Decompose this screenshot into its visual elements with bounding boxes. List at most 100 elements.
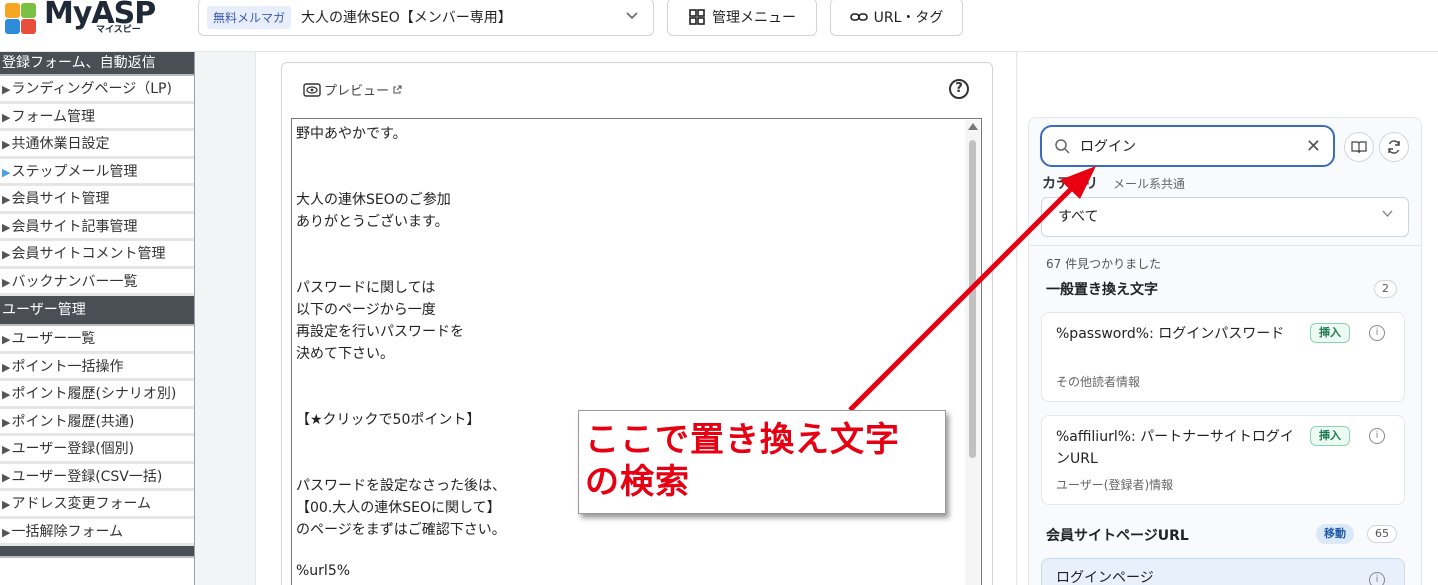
sidebar-item-holiday-settings[interactable]: ▶共通休業日設定 — [0, 131, 194, 159]
result-title: %affiliurl%: パートナーサイトログインURL — [1056, 429, 1294, 467]
refresh-icon — [1388, 140, 1400, 154]
group-count-badge: 2 — [1374, 280, 1397, 298]
link-icon — [849, 13, 868, 21]
book-icon — [1351, 141, 1367, 154]
scrollbar-thumb[interactable] — [969, 140, 976, 458]
grid-icon — [689, 9, 705, 25]
textarea-scrollbar[interactable] — [965, 120, 980, 585]
triangle-right-icon: ▶ — [2, 248, 11, 261]
replace-search-input[interactable]: ログイン ✕ — [1040, 125, 1335, 167]
category-sub-label: メール系共通 — [1113, 177, 1186, 191]
logo-mark-icon — [4, 1, 38, 35]
external-link-icon — [393, 84, 402, 94]
dictionary-button[interactable] — [1344, 132, 1374, 162]
triangle-right-icon: ▶ — [2, 388, 11, 401]
sidebar-item-backnumbers[interactable]: ▶バックナンバー一覧 — [0, 268, 194, 296]
result-description: ユーザー(登録者)情報 — [1056, 478, 1174, 492]
triangle-right-icon: ▶ — [2, 333, 11, 346]
magazine-select[interactable]: 無料メルマガ 大人の連休SEO【メンバー専用】 — [198, 0, 654, 36]
logo-subtext: マイスピー — [96, 25, 141, 35]
triangle-right-icon: ▶ — [2, 220, 11, 234]
chevron-down-icon — [1381, 198, 1394, 236]
panel-divider — [1030, 245, 1422, 246]
info-icon[interactable]: i — [1369, 325, 1385, 341]
triangle-right-icon: ▶ — [2, 83, 11, 96]
triangle-right-icon: ▶ — [2, 110, 11, 124]
body-line: 決めて下さい。 — [296, 346, 394, 362]
sidebar-item-form-management[interactable]: ▶フォーム管理 — [0, 103, 194, 131]
body-line: パスワードを設定なさった後は、 — [296, 478, 506, 494]
sidebar-item-member-site[interactable]: ▶会員サイト管理 — [0, 186, 194, 214]
triangle-right-icon: ▶ — [2, 525, 11, 539]
preview-link[interactable]: プレビュー — [303, 80, 402, 99]
result-title: ログインページ — [1056, 570, 1154, 585]
sidebar-item-user-list[interactable]: ▶ユーザー一覧 — [0, 326, 194, 354]
info-icon[interactable]: i — [1369, 428, 1385, 444]
category-value: すべて — [1058, 209, 1099, 225]
triangle-right-icon: ▶ — [2, 415, 11, 429]
sidebar-item-user-register[interactable]: ▶ユーザー登録(個別) — [0, 436, 194, 464]
sidebar-section-next — [0, 546, 194, 558]
triangle-right-icon: ▶ — [2, 193, 11, 206]
category-label: カテゴリ — [1042, 176, 1098, 192]
info-icon[interactable]: i — [1369, 572, 1385, 585]
triangle-right-icon: ▶ — [2, 275, 11, 289]
insert-button[interactable]: 挿入 — [1310, 323, 1350, 343]
result-description: その他読者情報 — [1056, 375, 1141, 389]
sidebar-item-user-register-csv[interactable]: ▶ユーザー登録(CSV一括) — [0, 463, 194, 491]
group-count-badge: 65 — [1367, 525, 1397, 543]
help-icon[interactable]: ? — [949, 79, 969, 99]
preview-label: プレビュー — [324, 84, 390, 99]
sidebar-item-point-history-scenario[interactable]: ▶ポイント履歴(シナリオ別) — [0, 381, 194, 409]
myasp-logo[interactable]: MyASP マイスピー — [4, 0, 156, 36]
refresh-button[interactable] — [1379, 132, 1409, 162]
body-line: 野中あやかです。 — [296, 126, 407, 142]
sidebar-item-landing-page[interactable]: ▶ランディングページ（LP) — [0, 76, 194, 104]
result-title: %password%: ログインパスワード — [1056, 326, 1285, 342]
category-select[interactable]: すべて — [1041, 197, 1409, 237]
body-line: パスワードに関しては — [296, 280, 436, 296]
sidebar-item-address-change[interactable]: ▶アドレス変更フォーム — [0, 491, 194, 519]
move-button[interactable]: 移動 — [1316, 524, 1354, 544]
body-line: 【00.大人の連休SEOに関して】 — [296, 500, 501, 516]
sidebar-section-users: ユーザー管理 — [0, 296, 194, 326]
app-header: MyASP マイスピー 無料メルマガ 大人の連休SEO【メンバー専用】 管理メニ… — [0, 0, 1438, 52]
body-line: %url5% — [296, 563, 351, 579]
body-line: 以下のページから一度 — [296, 302, 436, 318]
magazine-type-badge: 無料メルマガ — [207, 5, 292, 29]
admin-menu-button[interactable]: 管理メニュー — [667, 0, 817, 36]
sidebar-item-step-mail[interactable]: ▶ステップメール管理 — [0, 158, 194, 186]
result-item-password[interactable]: %password%: ログインパスワード 挿入 i その他読者情報 — [1041, 312, 1405, 402]
triangle-right-icon: ▶ — [2, 470, 11, 484]
sidebar-item-point-bulk[interactable]: ▶ポイント一括操作 — [0, 353, 194, 381]
triangle-right-icon: ▶ — [2, 138, 11, 151]
body-line: 大人の連休SEOのご参加 — [296, 192, 451, 208]
triangle-right-icon: ▶ — [2, 360, 11, 374]
group-title-general: 一般置き換え文字 — [1046, 282, 1158, 298]
scroll-up-icon[interactable] — [968, 123, 978, 130]
eye-icon — [303, 82, 321, 97]
result-item-login-page[interactable]: ログインページ i — [1041, 558, 1405, 585]
sidebar: 登録フォーム、自動返信 ▶ランディングページ（LP) ▶フォーム管理 ▶共通休業… — [0, 52, 195, 585]
body-line: のページをまずはご確認下さい。 — [296, 522, 506, 538]
url-tag-label: URL・タグ — [873, 10, 944, 26]
results-count: 67 件見つかりました — [1046, 257, 1162, 271]
chevron-down-icon — [625, 8, 639, 26]
admin-menu-label: 管理メニュー — [712, 10, 796, 26]
body-line: ありがとうございます。 — [296, 214, 449, 230]
sidebar-item-point-history-common[interactable]: ▶ポイント履歴(共通) — [0, 408, 194, 436]
sidebar-item-member-comments[interactable]: ▶会員サイトコメント管理 — [0, 241, 194, 269]
result-item-affiliurl[interactable]: %affiliurl%: パートナーサイトログインURL 挿入 i ユーザー(登… — [1041, 415, 1405, 505]
triangle-right-icon: ▶ — [2, 165, 11, 179]
body-line: 【★クリックで50ポイント】 — [296, 412, 481, 428]
callout-text: ここで置き換え文字 の検索 — [585, 420, 900, 502]
insert-button[interactable]: 挿入 — [1310, 426, 1350, 446]
sidebar-item-member-articles[interactable]: ▶会員サイト記事管理 — [0, 213, 194, 241]
group-title-member-url: 会員サイトページURL — [1046, 528, 1189, 544]
annotation-callout: ここで置き換え文字 の検索 — [578, 410, 946, 514]
clear-icon[interactable]: ✕ — [1306, 136, 1321, 157]
url-tag-button[interactable]: URL・タグ — [830, 0, 963, 36]
sidebar-item-bulk-unsubscribe[interactable]: ▶一括解除フォーム — [0, 518, 194, 546]
mail-body-textarea[interactable]: 野中あやかです。 大人の連休SEOのご参加 ありがとうございます。 パスワードに… — [291, 118, 982, 585]
triangle-right-icon: ▶ — [2, 498, 11, 511]
